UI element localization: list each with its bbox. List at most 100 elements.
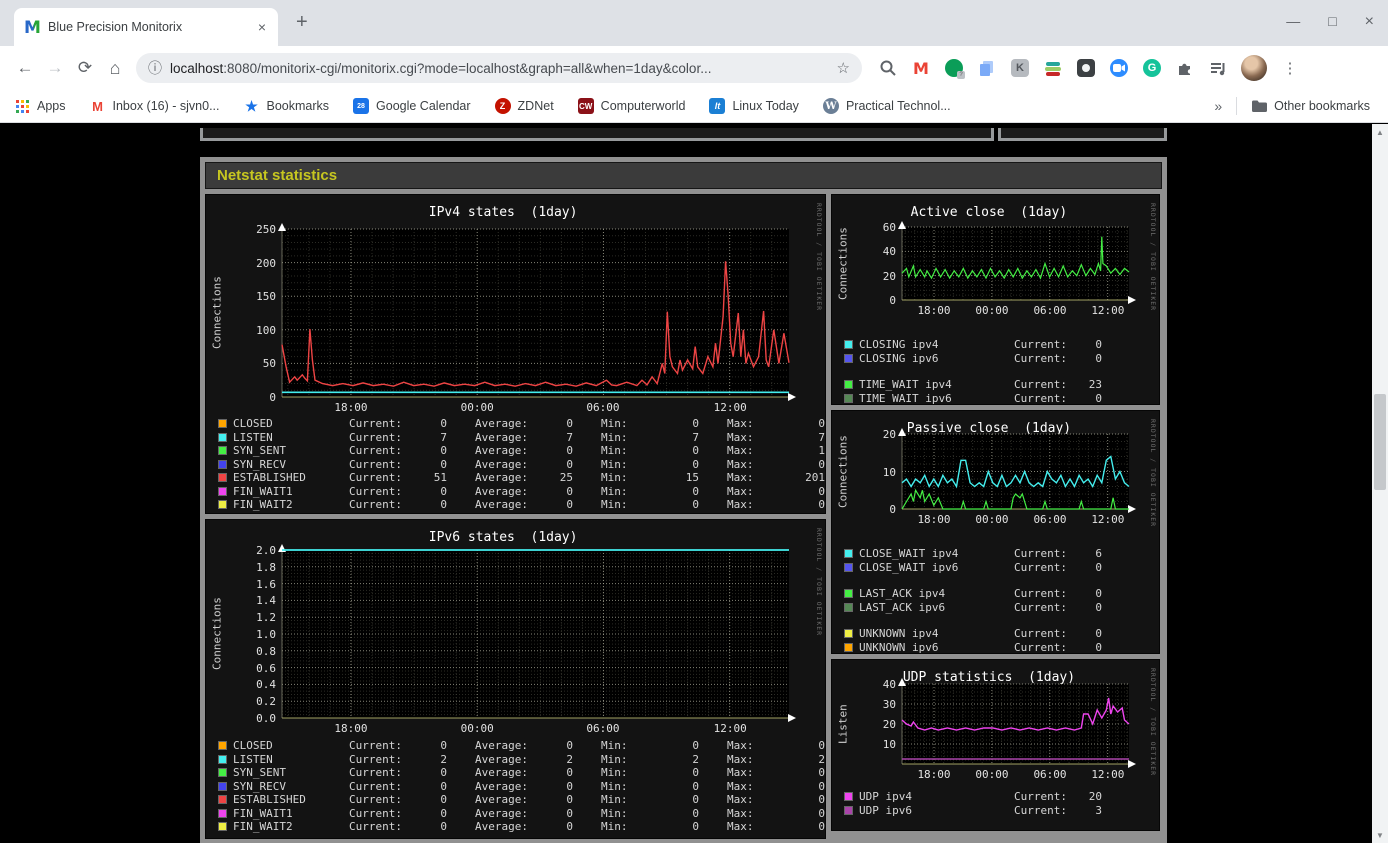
y-tick-label: 1.8 (256, 560, 276, 574)
legend-stat-value: 0 (1095, 640, 1102, 654)
x-tick-label: 12:00 (713, 722, 747, 735)
legend-stat-value: 0 (1095, 338, 1102, 352)
bookmark-inbox[interactable]: M Inbox (16) - sjvn0... (90, 98, 219, 114)
y-tick-label: 1.2 (256, 611, 276, 625)
legend-label: ESTABLISHED (233, 793, 306, 807)
home-icon[interactable]: ⌂ (100, 58, 130, 79)
wordpress-icon: W (822, 98, 839, 114)
chart-udp-statistics[interactable]: UDP statistics (1day) Listen RRDTOOL / T… (831, 659, 1160, 831)
legend-stat-name: Current: (1014, 627, 1067, 641)
window-maximize-button[interactable]: □ (1328, 13, 1336, 31)
y-tick-label: 20 (882, 428, 896, 441)
chart-ipv6-states[interactable]: IPv6 states (1day) Connections RRDTOOL /… (205, 519, 826, 839)
chat-help-icon[interactable]: ? (944, 58, 965, 79)
scroll-down-icon[interactable]: ▼ (1372, 827, 1388, 843)
playlist-icon[interactable] (1208, 58, 1228, 78)
books-icon[interactable] (1043, 58, 1063, 78)
bookmark-zdnet[interactable]: Z ZDNet (494, 98, 554, 114)
y-tick-label: 100 (256, 323, 276, 337)
scrollbar-thumb[interactable] (1374, 394, 1386, 490)
chart-active-close[interactable]: Active close (1day) Connections RRDTOOL … (831, 194, 1160, 405)
legend-stat-value: 0 (566, 457, 573, 471)
chart-passive-close[interactable]: Passive close (1day) Connections RRDTOOL… (831, 410, 1160, 654)
y-tick-label: 60 (882, 221, 896, 234)
legend-label: UDP ipv4 (859, 790, 912, 804)
legend-stat-name: Current: (1014, 378, 1067, 392)
bookmark-linux-today[interactable]: lt Linux Today (709, 98, 799, 114)
x-tick-label: 18:00 (334, 401, 368, 414)
bookmark-google-calendar[interactable]: 28 Google Calendar (353, 98, 471, 114)
zoom-icon[interactable] (1109, 58, 1129, 78)
legend-stat-value: 0 (566, 793, 573, 807)
scroll-up-icon[interactable]: ▲ (1372, 124, 1388, 140)
legend-stat-value: 0 (440, 417, 447, 431)
legend-stat-value: 0 (566, 806, 573, 820)
kebab-menu-icon[interactable]: ⋮ (1280, 58, 1300, 78)
bookmark-star-icon[interactable]: ☆ (837, 59, 850, 77)
legend-stat-name: Min: (601, 793, 628, 807)
legend-swatch (844, 353, 853, 363)
legend-group: UDP ipv4 Current: 20 UDP ipv6 Current: 3 (844, 790, 1102, 817)
y-tick-label: 200 (256, 256, 276, 270)
bookmark-bookmarks[interactable]: ★ Bookmarks (244, 97, 329, 114)
legend-label: CLOSE_WAIT ipv6 (859, 560, 959, 574)
legend-stat-value: 0 (1095, 351, 1102, 365)
profile-avatar[interactable] (1241, 55, 1267, 81)
app-k-icon[interactable]: K (1010, 58, 1030, 78)
url-text[interactable]: localhost:8080/monitorix-cgi/monitorix.c… (170, 61, 831, 76)
new-tab-button[interactable]: + (296, 11, 308, 34)
legend-stat-name: Max: (727, 444, 754, 458)
y-tick-label: 20 (882, 718, 896, 731)
legend-stat-value: 0 (440, 739, 447, 753)
legend-row: LISTEN Current: 7 Average: 7 Min: 7 Max: 7 (218, 431, 825, 445)
legend-stat-name: Max: (727, 766, 754, 780)
y-tick-label: 0 (269, 391, 276, 404)
window-minimize-button[interactable]: — (1286, 13, 1300, 31)
legend-swatch (844, 589, 853, 599)
legend-stat-value: 0 (566, 820, 573, 834)
bookmark-computerworld[interactable]: CW Computerworld (577, 98, 685, 114)
search-icon[interactable] (878, 58, 898, 78)
legend-stat-value: 0 (692, 444, 699, 458)
bookmark-practical-technology[interactable]: W Practical Technol... (822, 98, 951, 114)
linux-today-icon: lt (709, 98, 726, 114)
legend-stat-name: Current: (349, 779, 402, 793)
forward-icon[interactable]: → (40, 58, 70, 78)
legend-stat-name: Average: (475, 779, 528, 793)
screenshot-icon[interactable] (1076, 58, 1096, 78)
legend-row: UDP ipv4 Current: 20 (844, 790, 1102, 804)
extensions-puzzle-icon[interactable] (1175, 58, 1195, 78)
extensions-row: M ? K G ⋮ (878, 55, 1300, 81)
zdnet-icon: Z (494, 98, 511, 114)
legend-row: SYN_RECV Current: 0 Average: 0 Min: 0 Max: 0 (218, 779, 825, 794)
legend-stat-value: 0 (1095, 627, 1102, 641)
bookmark-apps[interactable]: Apps (14, 98, 66, 114)
gmail-icon[interactable]: M (911, 58, 931, 78)
legend-stat-value: 0 (440, 444, 447, 458)
bookmarks-overflow-chevron[interactable]: » (1214, 98, 1222, 114)
star-icon: ★ (245, 97, 258, 114)
y-tick-label: 0.4 (256, 678, 276, 692)
legend-stat-name: Current: (349, 739, 402, 753)
legend-stat-value: 0 (566, 417, 573, 431)
chart-ipv4-states[interactable]: IPv4 states (1day) Connections RRDTOOL /… (205, 194, 826, 514)
info-icon[interactable]: ⓘ (148, 58, 162, 78)
y-tick-label: 1.0 (256, 628, 276, 641)
legend-row: FIN_WAIT1 Current: 0 Average: 0 Min: 0 Max: 0 (218, 806, 825, 821)
x-tick-label: 00:00 (975, 304, 1009, 317)
reload-icon[interactable]: ⟳ (70, 58, 100, 78)
legend-swatch (218, 781, 227, 791)
legend-stat-value: 0 (1095, 600, 1102, 614)
grammarly-icon[interactable]: G (1142, 58, 1162, 78)
browser-tab[interactable]: M Blue Precision Monitorix × (14, 8, 278, 46)
back-icon[interactable]: ← (10, 58, 40, 78)
window-close-button[interactable]: × (1365, 13, 1374, 31)
legend-label: FIN_WAIT2 (233, 498, 293, 512)
legend-stat-name: Average: (475, 444, 528, 458)
copy-icon[interactable] (977, 58, 997, 78)
url-bar[interactable]: ⓘ localhost:8080/monitorix-cgi/monitorix… (136, 53, 862, 83)
tab-close-icon[interactable]: × (256, 19, 268, 35)
legend-stat-name: Min: (601, 779, 628, 793)
other-bookmarks[interactable]: Other bookmarks (1251, 98, 1370, 114)
page-scrollbar[interactable]: ▲ ▼ (1372, 124, 1388, 843)
